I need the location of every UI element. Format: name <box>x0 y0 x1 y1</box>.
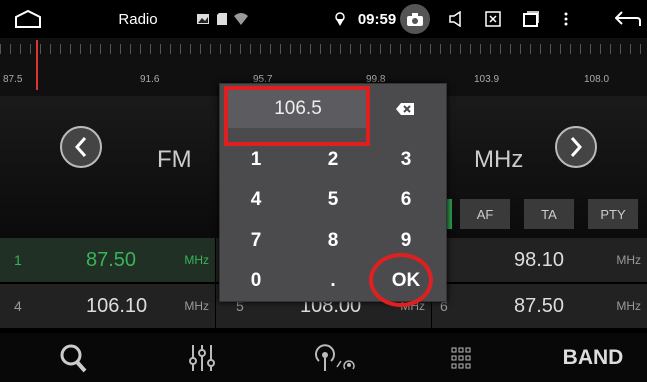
ruler-label: 103.9 <box>474 74 500 85</box>
key-4[interactable]: 4 <box>226 183 286 217</box>
grid-icon[interactable] <box>444 333 478 382</box>
ruler-label: 87.5 <box>3 74 23 85</box>
preset-6[interactable]: 6 87.50 MHz <box>432 284 647 328</box>
bottom-bar: BAND <box>0 333 647 382</box>
status-bar: Radio 09:59 <box>0 0 647 38</box>
pty-button[interactable]: PTY <box>588 199 638 229</box>
tuning-needle[interactable] <box>36 40 38 90</box>
clock: 09:59 <box>357 10 397 28</box>
backspace-button[interactable] <box>383 98 427 120</box>
app-title: Radio <box>118 10 158 28</box>
ruler-ticks <box>0 44 647 54</box>
preset-unit: MHz <box>184 253 209 267</box>
key-5[interactable]: 5 <box>303 183 363 217</box>
chevron-right-icon <box>570 137 583 157</box>
af-button[interactable]: AF <box>460 199 510 229</box>
screen-off-icon[interactable] <box>480 0 506 38</box>
seek-prev-button[interactable] <box>60 126 102 168</box>
key-0[interactable]: 0 <box>226 264 286 298</box>
home-icon[interactable] <box>8 0 48 38</box>
preset-number: 4 <box>14 298 22 314</box>
preset-1[interactable]: 1 87.50 MHz <box>0 238 216 282</box>
key-7[interactable]: 7 <box>226 224 286 258</box>
preset-frequency: 87.50 <box>514 294 565 317</box>
antenna-icon[interactable] <box>308 333 362 382</box>
key-1[interactable]: 1 <box>226 143 286 177</box>
location-icon <box>332 0 348 38</box>
sdcard-icon <box>216 0 228 38</box>
preset-frequency: 87.50 <box>86 248 137 271</box>
annotation-circle <box>369 253 433 307</box>
image-icon <box>196 0 210 38</box>
preset-frequency: 98.10 <box>514 248 565 271</box>
back-icon[interactable] <box>612 0 644 38</box>
preset-number: 1 <box>14 252 22 268</box>
chevron-left-icon <box>74 137 87 157</box>
recent-apps-icon[interactable] <box>518 0 544 38</box>
equalizer-icon[interactable] <box>180 333 224 382</box>
ruler-label: 108.0 <box>584 74 610 85</box>
backspace-icon <box>396 103 414 115</box>
key-6[interactable]: 6 <box>376 183 436 217</box>
preset-3[interactable]: 3 98.10 MHz <box>432 238 647 282</box>
preset-unit: MHz <box>616 299 641 313</box>
search-icon[interactable] <box>48 333 98 382</box>
key-decimal[interactable]: . <box>303 264 363 298</box>
preset-unit: MHz <box>616 253 641 267</box>
band-button[interactable]: BAND <box>548 333 638 382</box>
wifi-icon <box>234 0 248 38</box>
preset-unit: MHz <box>184 299 209 313</box>
volume-icon[interactable] <box>444 0 468 38</box>
seek-next-button[interactable] <box>555 126 597 168</box>
ta-button[interactable]: TA <box>524 199 574 229</box>
band-label: FM <box>157 146 192 173</box>
key-3[interactable]: 3 <box>376 143 436 177</box>
menu-icon[interactable] <box>556 0 576 38</box>
annotation-box <box>224 86 370 146</box>
ruler-label: 91.6 <box>140 74 160 85</box>
camera-icon[interactable] <box>398 0 432 38</box>
key-8[interactable]: 8 <box>303 224 363 258</box>
preset-frequency: 106.10 <box>86 294 148 317</box>
preset-4[interactable]: 4 106.10 MHz <box>0 284 216 328</box>
frequency-unit: MHz <box>474 146 524 173</box>
key-2[interactable]: 2 <box>303 143 363 177</box>
